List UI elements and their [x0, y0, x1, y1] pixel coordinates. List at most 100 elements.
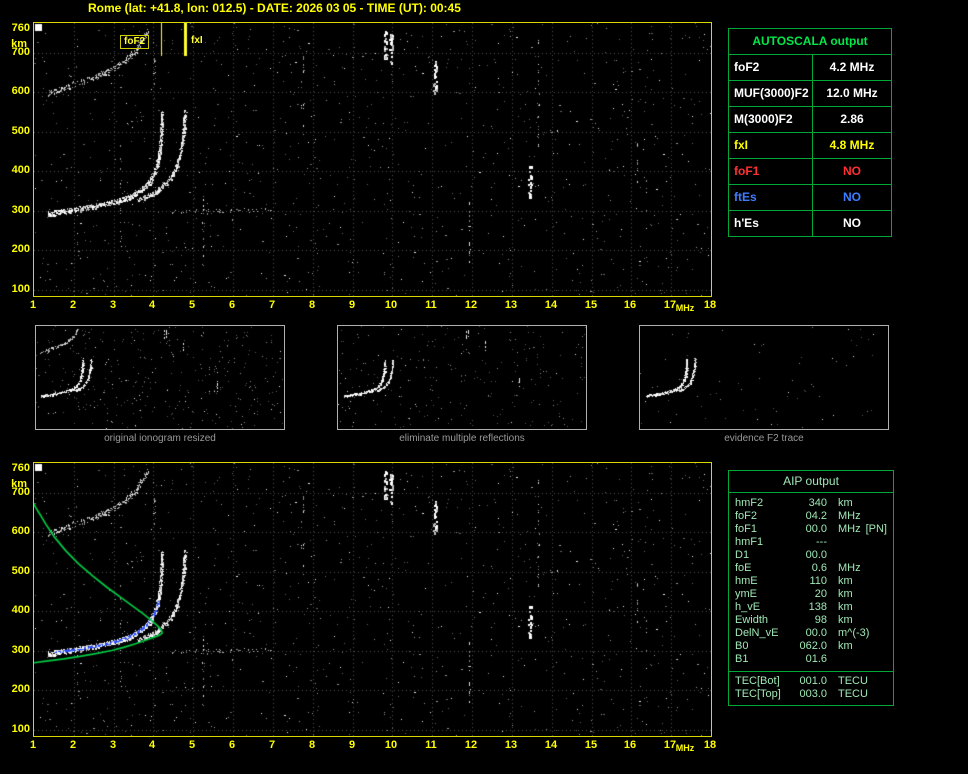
aip-row-fof2: foF2 04.2 MHz: [735, 510, 887, 523]
row-label: Ewidth: [735, 614, 769, 626]
x-tick-label: 9: [348, 299, 356, 311]
row-note: [PN]: [865, 523, 887, 535]
x-tick-label: 10: [384, 739, 398, 751]
autoscala-row-fof1: foF1 NO: [729, 159, 891, 185]
scaled-ionogram-frame: [33, 22, 712, 297]
row-unit: km: [838, 575, 853, 587]
y-axis-unit-label: km: [11, 38, 27, 50]
thumbnail-caption: eliminate multiple reflections: [399, 433, 525, 444]
aip-output-header: AIP output: [729, 471, 893, 493]
aip-row-tectop: TEC[Top] 003.0 TECU: [735, 688, 887, 701]
x-tick-label: 5: [188, 299, 196, 311]
thumbnail-caption: evidence F2 trace: [724, 433, 804, 444]
x-tick-label: 3: [109, 739, 117, 751]
row-label: hmF1: [735, 536, 764, 548]
x-tick-label: 1: [29, 739, 37, 751]
y-tick-label: 600: [11, 85, 30, 97]
row-unit: km: [838, 614, 853, 626]
aip-row-tecbot: TEC[Bot] 001.0 TECU: [735, 675, 887, 688]
y-tick-label: 760: [11, 462, 30, 474]
row-unit: TECU: [838, 688, 868, 700]
row-value: 00.0: [805, 523, 827, 535]
row-unit: TECU: [838, 675, 868, 687]
row-value: 4.2 MHz: [829, 60, 875, 74]
autoscala-row-fxi: fxI 4.8 MHz: [729, 133, 891, 159]
row-label: M(3000)F2: [729, 107, 813, 132]
row-label: h'Es: [729, 211, 813, 236]
row-label: foF1: [735, 523, 758, 535]
x-tick-label: 2: [69, 299, 77, 311]
row-label: ymE: [735, 588, 757, 600]
thumbnail-original-ionogram: [35, 325, 285, 430]
x-tick-label: 11: [425, 739, 437, 751]
y-tick-label: 400: [11, 164, 30, 176]
x-tick-label: 6: [228, 739, 236, 751]
x-tick-label: 14: [544, 299, 558, 311]
row-value: ---: [816, 536, 827, 548]
row-value: NO: [843, 216, 861, 230]
x-tick-label: 8: [308, 299, 316, 311]
x-axis-unit-label: MHz: [675, 303, 695, 313]
x-tick-label: 4: [148, 299, 156, 311]
scaled-ionogram-canvas: [34, 23, 711, 296]
row-label: B0: [735, 640, 749, 652]
x-axis-unit-label: MHz: [675, 743, 695, 753]
row-label: foF2: [735, 510, 758, 522]
x-tick-label: 16: [623, 299, 637, 311]
aip-output-table: AIP output hmF2 340 km foF2 04.2 MHz foF1 00.…: [728, 470, 894, 706]
row-label: foF2: [729, 55, 813, 80]
row-value: 2.86: [840, 112, 864, 126]
x-tick-label: 4: [148, 739, 156, 751]
row-value: 0.6: [811, 562, 827, 574]
row-value: 340: [808, 497, 827, 509]
aip-row-ewidth: Ewidth 98 km: [735, 614, 887, 627]
scaled-ionogram-plot: 760 700 600 500 400 300 200 100 km 1 2 3 4 5 6 7 8 9 10 11 1…: [0, 22, 730, 334]
row-unit: m^(-3): [838, 627, 870, 639]
row-label: foE: [735, 562, 752, 574]
aip-row-foe: foE 0.6 MHz: [735, 562, 887, 575]
x-tick-label: 6: [228, 299, 236, 311]
x-tick-label: 3: [109, 299, 117, 311]
row-label: foF1: [729, 159, 813, 184]
y-tick-label: 500: [11, 565, 30, 577]
row-value: 001.0: [799, 675, 827, 687]
profile-ionogram-frame: [33, 462, 712, 737]
profile-ionogram-plot: 760 700 600 500 400 300 200 100 km 1 2 3 4 5 6 7 8 9 10 11 1…: [0, 462, 730, 774]
aip-row-d1: D1 00.0: [735, 549, 887, 562]
x-tick-label: 2: [69, 739, 77, 751]
autoscala-row-muf3000f2: MUF(3000)F2 12.0 MHz: [729, 81, 891, 107]
fof2-marker-label: foF2: [120, 35, 150, 49]
autoscala-output-table: AUTOSCALA output foF2 4.2 MHz MUF(3000)F…: [728, 28, 892, 237]
row-value: 98: [814, 614, 827, 626]
fxi-marker-label: fxI: [191, 35, 203, 46]
y-tick-label: 400: [11, 604, 30, 616]
row-unit: MHz: [838, 562, 861, 574]
x-tick-label: 14: [544, 739, 558, 751]
row-value: NO: [843, 190, 861, 204]
row-label: hmE: [735, 575, 758, 587]
thumbnail-eliminate-reflections: [337, 325, 587, 430]
row-value: 20: [814, 588, 827, 600]
x-tick-label: 9: [348, 739, 356, 751]
autoscala-screen: Rome (lat: +41.8, lon: 012.5) - DATE: 20…: [0, 0, 968, 755]
x-tick-label: 16: [623, 739, 637, 751]
thumbnail-eliminate-reflections-canvas: [338, 326, 586, 429]
row-label: MUF(3000)F2: [729, 81, 813, 106]
row-value: 04.2: [805, 510, 827, 522]
y-tick-label: 600: [11, 525, 30, 537]
autoscala-output-header: AUTOSCALA output: [729, 29, 891, 55]
aip-row-hmf2: hmF2 340 km: [735, 497, 887, 510]
x-tick-label: 12: [464, 299, 478, 311]
y-tick-label: 200: [11, 683, 30, 695]
y-tick-label: 760: [11, 22, 30, 34]
aip-tec-section: TEC[Bot] 001.0 TECU TEC[Top] 003.0 TECU: [729, 671, 893, 705]
x-tick-label: 8: [308, 739, 316, 751]
row-value: NO: [843, 164, 861, 178]
thumbnail-evidence-f2-canvas: [640, 326, 888, 429]
y-axis-unit-label: km: [11, 478, 27, 490]
x-tick-label: 5: [188, 739, 196, 751]
row-value: 110: [809, 575, 827, 587]
x-tick-label: 15: [584, 299, 598, 311]
y-tick-label: 200: [11, 243, 30, 255]
row-label: ftEs: [729, 185, 813, 210]
